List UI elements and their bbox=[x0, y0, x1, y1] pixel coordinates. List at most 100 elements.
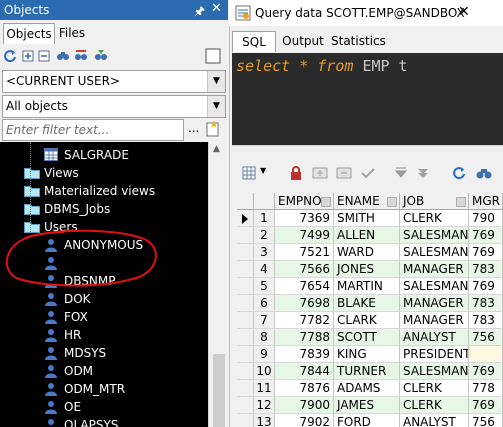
chevron-down-icon[interactable]: ▼ bbox=[207, 71, 225, 92]
cell-empno[interactable]: 7499 bbox=[275, 227, 334, 244]
column-header-empno[interactable]: EMPNO bbox=[275, 193, 334, 210]
row-indicator[interactable] bbox=[237, 210, 254, 227]
row-indicator[interactable] bbox=[237, 414, 254, 427]
cell-mgr[interactable]: 769 bbox=[469, 244, 503, 261]
editor-grid-splitter[interactable] bbox=[232, 145, 503, 154]
cell-mgr[interactable]: 783 bbox=[469, 295, 503, 312]
collapse-icon[interactable] bbox=[38, 50, 50, 62]
tree-item[interactable] bbox=[0, 254, 208, 272]
cell-empno[interactable]: 7844 bbox=[275, 363, 334, 380]
sort-icon[interactable] bbox=[321, 197, 331, 207]
row-indicator[interactable] bbox=[237, 346, 254, 363]
tree-item[interactable]: Views bbox=[0, 164, 208, 182]
tab-output[interactable]: Output bbox=[280, 31, 326, 51]
cell-mgr[interactable]: 769 bbox=[469, 363, 503, 380]
row-indicator[interactable] bbox=[237, 278, 254, 295]
last-record-icon[interactable] bbox=[416, 166, 430, 180]
tree-item[interactable]: HR bbox=[0, 326, 208, 344]
pin-icon[interactable]: 🖈 bbox=[194, 2, 205, 23]
tree-item[interactable]: OLAPSYS bbox=[0, 416, 208, 427]
column-header-job[interactable]: JOB bbox=[400, 193, 469, 210]
row-indicator[interactable] bbox=[237, 329, 254, 346]
cell-mgr[interactable]: 783 bbox=[469, 312, 503, 329]
first-record-icon[interactable] bbox=[394, 166, 408, 180]
cell-ename[interactable]: SCOTT bbox=[334, 329, 400, 346]
tree-item[interactable]: FOX bbox=[0, 308, 208, 326]
row-indicator[interactable] bbox=[237, 227, 254, 244]
cell-empno[interactable]: 7369 bbox=[275, 210, 334, 227]
find-icon[interactable] bbox=[56, 50, 70, 62]
row-indicator[interactable] bbox=[237, 363, 254, 380]
cell-ename[interactable]: BLAKE bbox=[334, 295, 400, 312]
cell-job[interactable]: MANAGER bbox=[400, 295, 469, 312]
panel-option-icon[interactable] bbox=[205, 48, 221, 64]
scrollbar-thumb[interactable] bbox=[213, 354, 225, 427]
cell-job[interactable]: SALESMAN bbox=[400, 363, 469, 380]
row-indicator[interactable] bbox=[237, 244, 254, 261]
cell-empno[interactable]: 7876 bbox=[275, 380, 334, 397]
row-indicator[interactable] bbox=[237, 295, 254, 312]
tree-item[interactable]: DBSNMP bbox=[0, 272, 208, 290]
cell-ename[interactable]: WARD bbox=[334, 244, 400, 261]
tab-statistics[interactable]: Statistics bbox=[331, 31, 386, 51]
cell-ename[interactable]: ADAMS bbox=[334, 380, 400, 397]
cell-job[interactable]: CLERK bbox=[400, 210, 469, 227]
tree-item[interactable]: ANONYMOUS bbox=[0, 236, 208, 254]
cell-mgr[interactable]: 756 bbox=[469, 329, 503, 346]
sql-editor[interactable]: select * from EMP t bbox=[232, 53, 503, 145]
cell-mgr[interactable]: 769 bbox=[469, 227, 503, 244]
chevron-down-icon[interactable]: ▼ bbox=[260, 166, 266, 175]
tree-item[interactable]: Users bbox=[0, 218, 208, 236]
filter-options-button[interactable]: ... bbox=[188, 121, 199, 135]
cell-mgr[interactable]: 778 bbox=[469, 380, 503, 397]
cell-ename[interactable]: FORD bbox=[334, 414, 400, 427]
cell-empno[interactable]: 7839 bbox=[275, 346, 334, 363]
cell-job[interactable]: CLERK bbox=[400, 397, 469, 414]
row-indicator[interactable] bbox=[237, 312, 254, 329]
find-icon[interactable] bbox=[476, 166, 492, 180]
cell-job[interactable]: SALESMAN bbox=[400, 278, 469, 295]
find-next-icon[interactable] bbox=[74, 50, 88, 62]
object-type-select[interactable]: All objects ▼ bbox=[2, 95, 226, 118]
tree-scrollbar[interactable]: ▲ bbox=[208, 142, 229, 427]
tree-item[interactable]: ODM bbox=[0, 362, 208, 380]
tab-sql[interactable]: SQL bbox=[232, 31, 276, 52]
cell-empno[interactable]: 7521 bbox=[275, 244, 334, 261]
cell-empno[interactable]: 7566 bbox=[275, 261, 334, 278]
cell-empno[interactable]: 7902 bbox=[275, 414, 334, 427]
close-icon[interactable]: ✕ bbox=[458, 4, 470, 20]
cell-mgr[interactable]: 756 bbox=[469, 414, 503, 427]
cell-ename[interactable]: JONES bbox=[334, 261, 400, 278]
cell-ename[interactable]: CLARK bbox=[334, 312, 400, 329]
cell-job[interactable]: ANALYST bbox=[400, 329, 469, 346]
column-header-ename[interactable]: ENAME bbox=[334, 193, 400, 210]
chevron-down-icon[interactable]: ▼ bbox=[207, 96, 225, 117]
sort-icon[interactable] bbox=[456, 197, 466, 207]
cell-ename[interactable]: TURNER bbox=[334, 363, 400, 380]
result-grid[interactable]: EMPNO ENAME JOB MGR 1 7369 SMITH CLERK 790 2 7499 A… bbox=[237, 193, 503, 427]
cell-job[interactable]: SALESMAN bbox=[400, 227, 469, 244]
cell-mgr[interactable]: 790 bbox=[469, 210, 503, 227]
grid-options-icon[interactable] bbox=[242, 166, 256, 180]
tree-item[interactable]: SALGRADE bbox=[0, 146, 208, 164]
cell-empno[interactable]: 7698 bbox=[275, 295, 334, 312]
expand-icon[interactable] bbox=[22, 50, 34, 62]
filter-input[interactable]: Enter filter text... bbox=[2, 119, 184, 141]
cell-ename[interactable]: JAMES bbox=[334, 397, 400, 414]
tab-objects[interactable]: Objects bbox=[3, 23, 55, 44]
cell-mgr[interactable]: 769 bbox=[469, 278, 503, 295]
refresh-icon[interactable] bbox=[4, 50, 16, 62]
row-indicator[interactable] bbox=[237, 261, 254, 278]
tree-item[interactable]: DOK bbox=[0, 290, 208, 308]
cell-job[interactable]: MANAGER bbox=[400, 261, 469, 278]
row-indicator[interactable] bbox=[237, 397, 254, 414]
cell-job[interactable]: SALESMAN bbox=[400, 244, 469, 261]
owner-select[interactable]: <CURRENT USER> ▼ bbox=[2, 70, 226, 93]
tree-item[interactable]: OE bbox=[0, 398, 208, 416]
cell-job[interactable]: MANAGER bbox=[400, 312, 469, 329]
cell-job[interactable]: CLERK bbox=[400, 380, 469, 397]
tab-files[interactable]: Files bbox=[56, 23, 88, 43]
cell-empno[interactable]: 7782 bbox=[275, 312, 334, 329]
tree-item[interactable]: ODM_MTR bbox=[0, 380, 208, 398]
scroll-up-icon[interactable]: ▲ bbox=[213, 144, 220, 154]
